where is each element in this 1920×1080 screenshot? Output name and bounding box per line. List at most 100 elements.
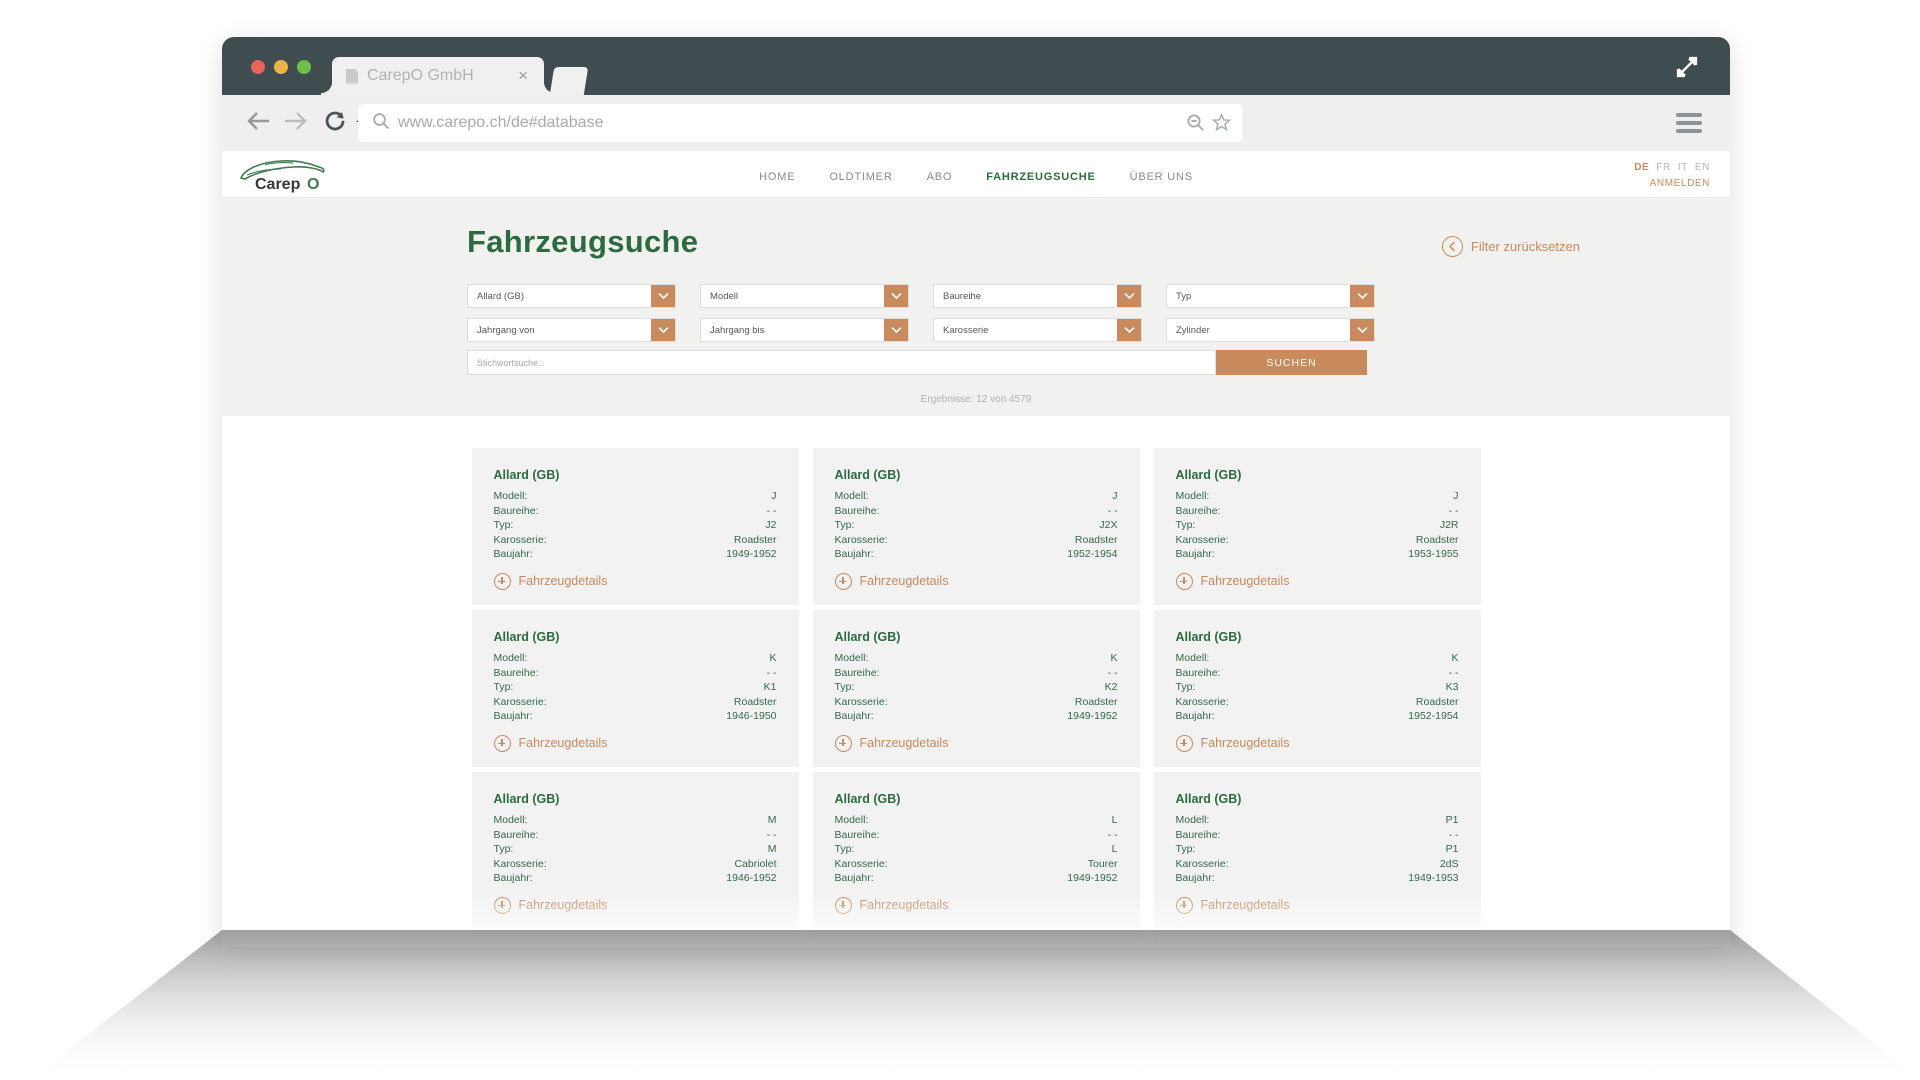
filter-value-marke: Allard (GB)	[477, 290, 524, 302]
chevron-down-icon[interactable]	[651, 319, 675, 341]
nav-item-fahrzeugsuche[interactable]: FAHRZEUGSUCHE	[986, 171, 1095, 183]
result-spec-baujahr: Baujahr: 1952-1954	[1176, 709, 1459, 724]
result-card: Allard (GB) Modell: P1 Baureihe: - - Typ: P1 Ka…	[1153, 771, 1481, 934]
result-spec-baureihe: Baureihe: - -	[1176, 666, 1459, 681]
filter-value-baureihe: Baureihe	[943, 290, 982, 302]
search-input[interactable]: Stichwortsuche..	[467, 350, 1216, 375]
result-spec-baujahr-value: 1949-1952	[1067, 872, 1118, 885]
vehicle-details-link[interactable]: Fahrzeugdetails	[493, 896, 777, 914]
maximize-icon[interactable]	[1674, 54, 1700, 80]
result-card: Allard (GB) Modell: M Baureihe: - - Typ: M Karo…	[471, 771, 799, 934]
back-arrow-icon[interactable]	[246, 111, 272, 136]
filter-select-modell[interactable]: Modell	[700, 284, 909, 308]
chevron-down-icon[interactable]	[884, 285, 908, 307]
filter-select-karosserie[interactable]: Karosserie	[933, 318, 1142, 342]
result-spec-baujahr-label: Baujahr:	[1175, 710, 1215, 723]
result-spec-baureihe: Baureihe: - -	[494, 666, 777, 681]
star-icon[interactable]	[1211, 112, 1232, 137]
perspective-shadow	[30, 930, 1920, 1080]
result-spec-baureihe-value: - -	[766, 504, 777, 517]
vehicle-details-link[interactable]: Fahrzeugdetails	[493, 734, 777, 752]
result-spec-karosserie-label: Karosserie:	[834, 857, 888, 870]
filter-select-marke[interactable]: Allard (GB)	[467, 284, 676, 308]
filter-select-zylinder[interactable]: Zylinder	[1166, 318, 1375, 342]
vehicle-details-link[interactable]: Fahrzeugdetails	[834, 896, 1118, 914]
forward-arrow-icon[interactable]	[282, 111, 308, 136]
result-card-brand: Allard (GB)	[493, 791, 560, 806]
result-spec-karosserie-value: Tourer	[1087, 857, 1118, 870]
login-link[interactable]: ANMELDEN	[1634, 178, 1710, 189]
filter-select-typ[interactable]: Typ	[1166, 284, 1375, 308]
chevron-down-icon[interactable]	[1117, 319, 1141, 341]
result-spec-modell: Modell: M	[494, 813, 777, 828]
result-card-brand: Allard (GB)	[1175, 791, 1242, 806]
nav-item-oldtimer[interactable]: OLDTIMER	[829, 171, 892, 183]
vehicle-details-link[interactable]: Fahrzeugdetails	[1175, 734, 1459, 752]
window-minimize-button[interactable]	[274, 60, 288, 74]
file-icon	[346, 68, 358, 84]
chevron-down-icon[interactable]	[1350, 285, 1374, 307]
window-zoom-button[interactable]	[297, 60, 311, 74]
lang-en[interactable]: EN	[1695, 162, 1710, 173]
filter-select-jahrgang-bis[interactable]: Jahrgang bis	[700, 318, 909, 342]
result-card: Allard (GB) Modell: L Baureihe: - - Typ: L Karo…	[812, 771, 1140, 934]
close-icon[interactable]: ×	[518, 67, 528, 84]
reload-icon[interactable]	[324, 110, 346, 137]
filter-select-baureihe[interactable]: Baureihe	[933, 284, 1142, 308]
result-spec-typ: Typ: J2X	[835, 518, 1118, 533]
address-bar[interactable]: www.carepo.ch/de#database	[358, 104, 1243, 142]
window-close-button[interactable]	[251, 60, 265, 74]
result-spec-baujahr-label: Baujahr:	[493, 710, 533, 723]
result-spec-typ-value: J2X	[1099, 519, 1118, 532]
result-spec-baujahr-value: 1949-1952	[726, 548, 777, 561]
result-spec-modell-label: Modell:	[1175, 651, 1210, 664]
plus-circle-icon	[834, 572, 852, 590]
new-tab-button[interactable]	[549, 67, 589, 95]
lang-it[interactable]: IT	[1678, 162, 1688, 173]
nav-item-home[interactable]: HOME	[759, 171, 795, 183]
filter-select-jahrgang-von[interactable]: Jahrgang von	[467, 318, 676, 342]
result-spec-karosserie: Karosserie: Roadster	[1176, 695, 1459, 710]
vehicle-details-link[interactable]: Fahrzeugdetails	[834, 734, 1118, 752]
reset-filter-button[interactable]: Filter zurücksetzen	[1441, 236, 1580, 257]
result-spec-baujahr: Baujahr: 1952-1954	[835, 547, 1118, 562]
result-spec-baureihe: Baureihe: - -	[494, 504, 777, 519]
nav-item-ueber-uns[interactable]: ÜBER UNS	[1130, 171, 1193, 183]
result-spec-typ-value: J2	[765, 519, 777, 532]
lang-fr[interactable]: FR	[1656, 162, 1671, 173]
chevron-down-icon[interactable]	[651, 285, 675, 307]
result-spec-baujahr-label: Baujahr:	[1175, 548, 1215, 561]
result-spec-karosserie-value: Roadster	[1074, 533, 1118, 546]
lang-de[interactable]: DE	[1634, 162, 1649, 173]
vehicle-details-label: Fahrzeugdetails	[518, 736, 608, 751]
chevron-down-icon[interactable]	[884, 319, 908, 341]
plus-circle-icon	[1175, 734, 1193, 752]
browser-window: CarepO GmbH × www.carepo.ch/de#database …	[222, 37, 1730, 947]
result-spec-modell-value: J	[1453, 490, 1459, 502]
filter-value-typ: Typ	[1176, 290, 1192, 302]
browser-toolbar: www.carepo.ch/de#database	[222, 95, 1730, 151]
result-card: Allard (GB) Modell: K Baureihe: - - Typ: K2 Kar…	[812, 609, 1140, 772]
browser-tab[interactable]: CarepO GmbH ×	[321, 57, 555, 95]
plus-circle-icon	[493, 572, 511, 590]
result-spec-typ-label: Typ:	[834, 681, 855, 694]
vehicle-details-label: Fahrzeugdetails	[1200, 574, 1290, 589]
vehicle-details-link[interactable]: Fahrzeugdetails	[493, 572, 777, 590]
result-spec-typ-label: Typ:	[493, 681, 514, 694]
filter-value-karosserie: Karosserie	[943, 324, 989, 336]
search-submit-button[interactable]: SUCHEN	[1216, 350, 1367, 375]
result-spec-karosserie-value: Roadster	[1074, 695, 1118, 708]
result-spec-karosserie-label: Karosserie:	[493, 857, 547, 870]
vehicle-details-link[interactable]: Fahrzeugdetails	[1175, 896, 1459, 914]
result-spec-karosserie-value: Roadster	[1415, 533, 1459, 546]
hamburger-menu-icon[interactable]	[1676, 113, 1702, 133]
chevron-down-icon[interactable]	[1117, 285, 1141, 307]
vehicle-details-link[interactable]: Fahrzeugdetails	[834, 572, 1118, 590]
nav-item-abo[interactable]: ABO	[927, 171, 953, 183]
result-spec-baureihe: Baureihe: - -	[835, 666, 1118, 681]
result-card-brand: Allard (GB)	[834, 468, 901, 482]
chevron-down-icon[interactable]	[1350, 319, 1374, 341]
result-spec-karosserie-label: Karosserie:	[1175, 533, 1229, 546]
vehicle-details-link[interactable]: Fahrzeugdetails	[1175, 572, 1459, 590]
zoom-out-icon[interactable]	[1186, 113, 1205, 137]
